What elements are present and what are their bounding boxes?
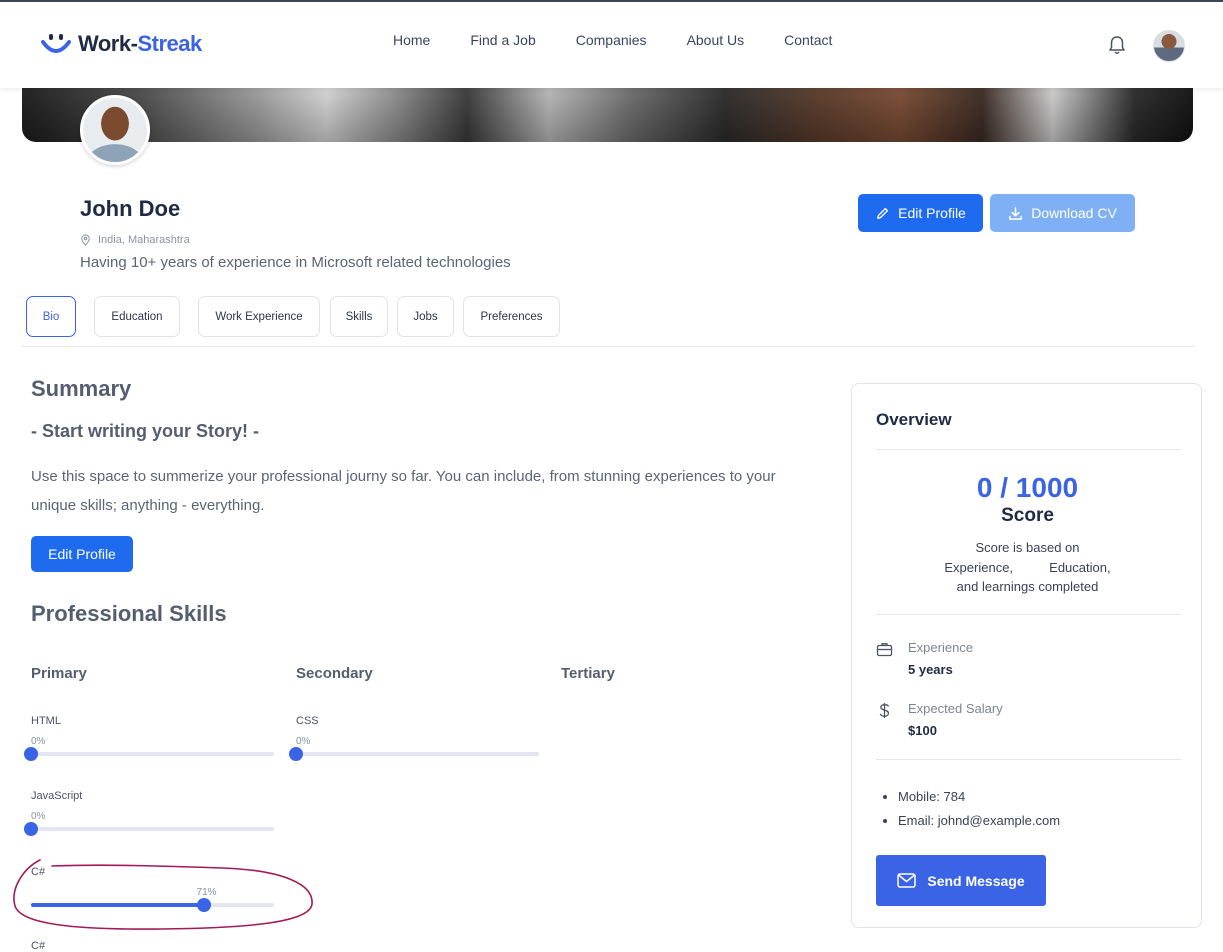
story-heading: - Start writing your Story! - — [31, 421, 260, 441]
nav-about-us[interactable]: About Us — [687, 32, 745, 48]
skill-percent-label: 71% — [196, 887, 217, 898]
download-icon — [1009, 206, 1023, 220]
skill-percent: 71% — [31, 887, 274, 901]
contact-list: Mobile: 784 Email: johnd@example.com — [898, 785, 1060, 833]
tab-education[interactable]: Education — [94, 296, 180, 337]
skill-name: JavaScript — [31, 790, 83, 802]
profile-name: John Doe — [80, 196, 181, 221]
profile-headline: Having 10+ years of experience in Micros… — [80, 254, 511, 271]
nav-companies[interactable]: Companies — [576, 32, 647, 48]
download-cv-label: Download CV — [1031, 205, 1117, 221]
skill-css: CSS 0% — [289, 715, 539, 761]
skill-slider-thumb[interactable] — [289, 747, 303, 761]
skill-slider[interactable] — [31, 898, 274, 912]
tab-skills[interactable]: Skills — [330, 296, 388, 337]
tab-bio[interactable]: Bio — [26, 296, 76, 337]
send-message-button[interactable]: Send Message — [876, 855, 1046, 906]
overview-heading: Overview — [876, 410, 952, 429]
secondary-skills-heading: Secondary — [296, 665, 373, 682]
main-nav: Home Find a Job Companies About Us Conta… — [393, 32, 872, 48]
location-pin-icon — [81, 234, 90, 246]
tab-preferences[interactable]: Preferences — [463, 296, 560, 337]
nav-contact[interactable]: Contact — [784, 32, 832, 48]
summary-heading: Summary — [31, 376, 132, 401]
nav-home[interactable]: Home — [393, 32, 430, 48]
skill-html: HTML 0% — [24, 715, 274, 761]
score-note-line: Experience, Education, — [944, 559, 1111, 575]
summary-text: Use this space to summerize your profess… — [31, 468, 776, 514]
bell-icon[interactable] — [1106, 34, 1128, 56]
divider — [876, 759, 1181, 760]
profile-avatar — [80, 95, 150, 165]
skill-slider[interactable] — [289, 747, 539, 761]
score-note-line: Score is based on — [975, 540, 1080, 555]
divider — [876, 449, 1181, 450]
send-message-label: Send Message — [927, 872, 1025, 889]
score-note-line: and learnings completed — [956, 579, 1099, 594]
tertiary-skills-heading: Tertiary — [561, 665, 615, 682]
skill-percent: 0% — [31, 811, 46, 822]
skill-slider[interactable] — [24, 747, 274, 761]
skill-percent: 0% — [31, 736, 46, 747]
skill-percent: 0% — [296, 736, 311, 747]
briefcase-icon — [876, 643, 893, 657]
email-item: Email: johnd@example.com — [898, 809, 1060, 833]
skill-name: CSS — [296, 715, 319, 727]
skill-name: HTML — [31, 715, 61, 727]
pencil-icon — [877, 207, 889, 219]
skill-slider[interactable] — [24, 822, 274, 836]
smile-logo-icon — [41, 34, 71, 53]
envelope-icon — [897, 873, 917, 888]
score-value: 0 / 1000 — [976, 472, 1079, 503]
dollar-icon — [879, 703, 890, 718]
skill-slider-thumb[interactable] — [196, 898, 211, 912]
profile-location: India, Maharashtra — [80, 234, 190, 246]
download-cv-button[interactable]: Download CV — [990, 194, 1135, 232]
profile-banner — [22, 86, 1193, 142]
divider — [876, 614, 1181, 615]
tab-divider — [22, 346, 1194, 347]
salary-label: Expected Salary — [908, 701, 1003, 716]
skill-csharp: C# 71% — [31, 866, 274, 912]
experience-row: Experience 5 years — [876, 640, 973, 677]
score-label: Score — [1001, 505, 1054, 526]
edit-profile-label: Edit Profile — [898, 205, 966, 221]
tab-work-experience[interactable]: Work Experience — [198, 296, 320, 337]
user-avatar[interactable] — [1153, 30, 1185, 62]
logo[interactable]: Work-Streak — [40, 28, 202, 60]
primary-skills-heading: Primary — [31, 665, 87, 682]
experience-label: Experience — [908, 640, 974, 655]
summary-edit-profile-button[interactable]: Edit Profile — [31, 536, 133, 572]
site-header: Work-Streak Home Find a Job Companies Ab… — [0, 2, 1223, 88]
overview-card: Overview 0 / 1000 Score Score is based o… — [851, 383, 1202, 928]
skills-heading: Professional Skills — [31, 601, 227, 626]
mobile-item: Mobile: 784 — [898, 785, 1060, 809]
score-note: Score is based on Experience, Education,… — [852, 538, 1203, 597]
skill-slider-thumb[interactable] — [24, 822, 38, 836]
location-text: India, Maharashtra — [98, 234, 190, 246]
skill-name: C# — [31, 866, 46, 878]
skill-csharp-2: C# — [31, 940, 274, 952]
logo-text: Work-Streak — [78, 31, 202, 56]
tab-jobs[interactable]: Jobs — [397, 296, 454, 337]
skill-slider-thumb[interactable] — [24, 747, 38, 761]
skill-javascript: JavaScript 0% — [24, 790, 274, 836]
salary-row: Expected Salary $100 — [876, 701, 1003, 738]
salary-value: $100 — [908, 723, 937, 738]
nav-find-a-job[interactable]: Find a Job — [470, 32, 535, 48]
edit-profile-button[interactable]: Edit Profile — [858, 194, 983, 232]
skill-slider-fill — [31, 903, 204, 907]
skill-name: C# — [31, 940, 46, 952]
experience-value: 5 years — [908, 662, 953, 677]
